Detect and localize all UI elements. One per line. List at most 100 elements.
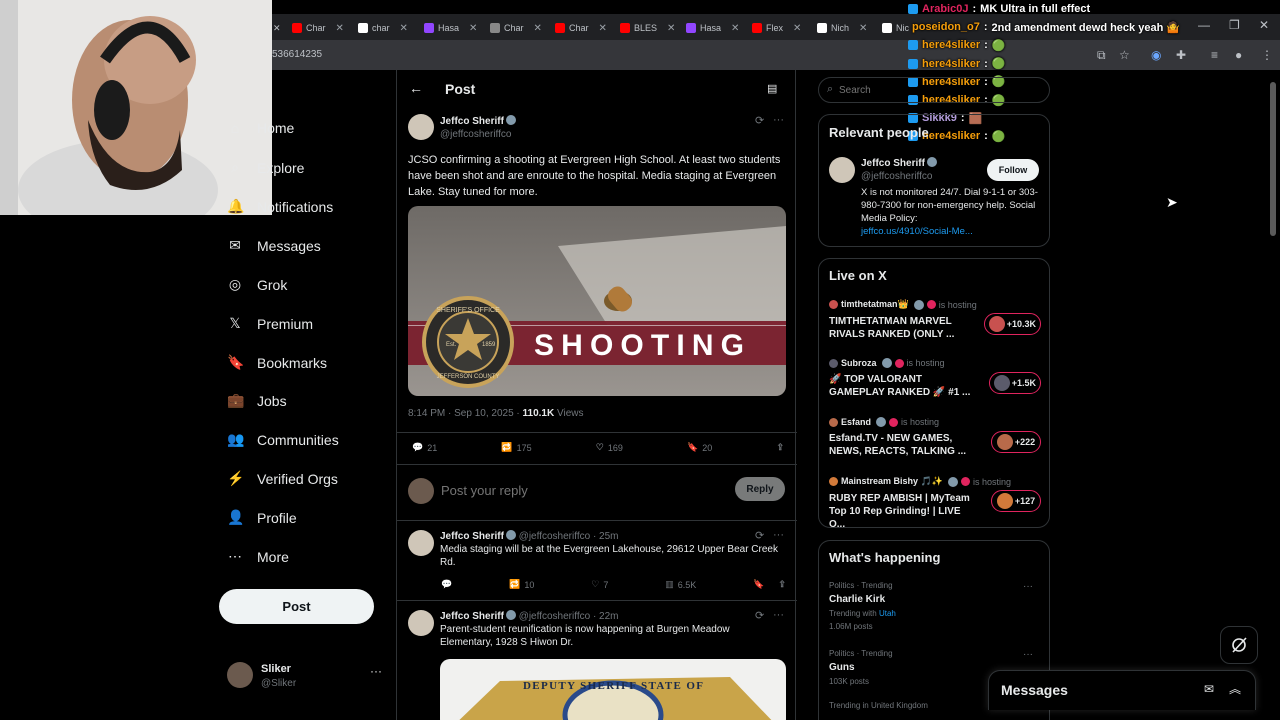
nav-item-profile[interactable]: 👤 Profile <box>227 509 297 526</box>
live-join-pill[interactable]: +10.3K <box>983 313 1041 335</box>
trend-more-icon[interactable]: ··· <box>1023 649 1033 660</box>
close-window-icon[interactable]: ✕ <box>1259 18 1269 32</box>
browser-tab[interactable]: Hasa ✕ <box>686 18 739 38</box>
nav-item-bookmarks[interactable]: 🔖 Bookmarks <box>227 354 327 371</box>
grok-floating-button[interactable] <box>1220 626 1258 664</box>
reply-more-icon[interactable]: ··· <box>773 529 784 541</box>
nav-label: Home <box>257 120 295 136</box>
messages-dock[interactable]: Messages ✉ ︽ <box>988 670 1256 710</box>
tab-close-icon[interactable]: ✕ <box>469 23 477 34</box>
trend-item[interactable]: Politics · Trending Charlie Kirk Trendin… <box>829 581 1041 631</box>
post-image[interactable]: SHERIFF'S OFFICE Est. 1859 JEFFERSON COU… <box>408 206 786 396</box>
search-box[interactable]: ⌕ <box>818 77 1050 103</box>
like-action[interactable]: ♡ 169 <box>596 442 623 453</box>
nav-item-grok[interactable]: ◎ Grok <box>227 276 287 293</box>
trend-more-icon[interactable]: ··· <box>1023 581 1033 592</box>
nav-item-communities[interactable]: 👥 Communities <box>227 431 339 448</box>
profile-icon[interactable]: ● <box>1235 48 1242 62</box>
tab-close-icon[interactable]: ✕ <box>273 18 281 38</box>
reply-action[interactable]: 💬 21 <box>412 442 437 453</box>
author-avatar[interactable] <box>408 114 434 140</box>
live-join-pill[interactable]: +1.5K <box>988 372 1041 394</box>
reader-view-icon[interactable]: ▤ <box>767 82 777 95</box>
browser-tab[interactable]: Hasa ✕ <box>424 18 477 38</box>
relevant-handle[interactable]: @jeffcosheriffco <box>861 171 932 182</box>
follow-button[interactable]: Follow <box>987 159 1039 181</box>
browser-tab[interactable]: Flex ✕ <box>752 18 801 38</box>
reply-tweet[interactable]: Jeffco Sheriff @jeffcosheriffco · 25m ⟳ … <box>397 521 797 599</box>
post-more-icon[interactable]: ··· <box>773 114 784 126</box>
browser-tab[interactable]: char ✕ <box>358 18 408 38</box>
browser-tab[interactable]: Char ✕ <box>555 18 607 38</box>
nav-item-messages[interactable]: ✉ Messages <box>227 237 321 254</box>
views-action[interactable]: ▥ 6.5K <box>665 579 696 590</box>
bookmark-action[interactable]: 🔖 20 <box>687 442 712 453</box>
page-scrollbar[interactable] <box>1270 82 1276 236</box>
nav-item-home[interactable]: ⌂ Home <box>227 120 295 136</box>
x-logo-icon: 𝕏 <box>229 315 241 331</box>
post-button[interactable]: Post <box>219 589 374 624</box>
live-join-pill[interactable]: +222 <box>991 431 1041 453</box>
tab-search-icon[interactable]: ≡ <box>1211 48 1218 62</box>
browser-tab[interactable]: Nic <box>882 18 909 38</box>
tab-close-icon[interactable]: ✕ <box>599 23 607 34</box>
live-item[interactable]: Mainstream Bishy 🎵✨ is hosting RUBY REP AM… <box>829 476 1041 531</box>
browser-tab[interactable]: BLES ✕ <box>620 18 675 38</box>
live-join-pill[interactable]: +127 <box>991 490 1041 512</box>
grok-icon[interactable]: ⟳ <box>755 114 764 127</box>
minimize-window-icon[interactable]: — <box>1198 18 1210 32</box>
author-name[interactable]: Jeffco Sheriff <box>440 115 516 127</box>
tab-close-icon[interactable]: ✕ <box>859 23 867 34</box>
tab-close-icon[interactable]: ✕ <box>793 23 801 34</box>
tab-close-icon[interactable]: ✕ <box>400 23 408 34</box>
url-text[interactable]: 536614235 <box>272 49 322 60</box>
new-message-icon[interactable]: ✉ <box>1204 682 1214 696</box>
relevant-name[interactable]: Jeffco Sheriff <box>861 157 937 169</box>
reply-author[interactable]: Jeffco Sheriff @jeffcosheriffco · 22m <box>440 610 619 622</box>
grok-icon[interactable]: ⟳ <box>755 529 764 542</box>
reply-button[interactable]: Reply <box>735 477 785 501</box>
bookmark-icon[interactable]: 🔖 <box>753 579 764 590</box>
more-icon[interactable]: ··· <box>370 664 382 678</box>
reply-more-icon[interactable]: ··· <box>773 609 784 621</box>
repost-action[interactable]: 🔁 175 <box>501 442 531 453</box>
reply-author[interactable]: Jeffco Sheriff @jeffcosheriffco · 25m <box>440 530 619 542</box>
live-item[interactable]: Esfand is hosting Esfand.TV - NEW GAMES, N… <box>829 417 1041 458</box>
account-switcher[interactable]: Sliker @Sliker ··· <box>227 660 387 696</box>
share-action[interactable]: ⇪ <box>776 442 784 453</box>
search-input[interactable] <box>839 83 1039 97</box>
nav-item-verified-orgs[interactable]: ⚡ Verified Orgs <box>227 470 338 487</box>
nav-item-premium[interactable]: 𝕏 Premium <box>227 315 313 332</box>
nav-item-jobs[interactable]: 💼 Jobs <box>227 392 287 409</box>
author-handle[interactable]: @jeffcosheriffco <box>440 129 511 140</box>
browser-tab[interactable]: Char ✕ <box>490 18 542 38</box>
reply-tweet[interactable]: Jeffco Sheriff @jeffcosheriffco · 22m ⟳ … <box>397 601 797 720</box>
share-icon[interactable]: ⇪ <box>778 579 786 590</box>
live-item[interactable]: Subroza is hosting 🚀 TOP VALORANT GAMEPLAY… <box>829 358 1041 399</box>
relevant-link[interactable]: jeffco.us/4910/Social-Me... <box>861 226 973 237</box>
reply-input[interactable] <box>441 480 721 500</box>
nav-item-more[interactable]: ⋯ More <box>227 548 289 565</box>
reply-icon[interactable]: 💬 <box>441 579 452 590</box>
live-item[interactable]: timthetatman👑 is hosting TIMTHETATMAN MARV… <box>829 299 1041 341</box>
maximize-window-icon[interactable]: ❐ <box>1229 18 1240 32</box>
nav-item-notifications[interactable]: 🔔 Notifications <box>227 198 333 215</box>
relevant-avatar[interactable] <box>829 157 855 183</box>
like-action[interactable]: ♡ 7 <box>591 579 608 590</box>
repost-action[interactable]: 🔁 10 <box>509 579 534 590</box>
reply-author-avatar[interactable] <box>408 610 434 636</box>
browser-tab[interactable]: Nich ✕ <box>817 18 867 38</box>
expand-chevron-icon[interactable]: ︽ <box>1229 680 1241 697</box>
reply-author-avatar[interactable] <box>408 530 434 556</box>
back-arrow-icon[interactable]: ← <box>409 80 423 96</box>
reply-image[interactable]: DEPUTY SHERIFF STATE OF <box>440 659 786 720</box>
tab-close-icon[interactable]: ✕ <box>667 23 675 34</box>
nav-item-explore[interactable]: ⌕ Explore <box>227 159 304 176</box>
tab-close-icon[interactable]: ✕ <box>336 23 344 34</box>
browser-tab[interactable]: Char ✕ <box>292 18 344 38</box>
tab-favicon-icon <box>817 23 827 33</box>
browser-menu-icon[interactable]: ⋮ <box>1261 48 1273 62</box>
tab-close-icon[interactable]: ✕ <box>534 23 542 34</box>
tab-close-icon[interactable]: ✕ <box>731 23 739 34</box>
grok-icon[interactable]: ⟳ <box>755 609 764 622</box>
